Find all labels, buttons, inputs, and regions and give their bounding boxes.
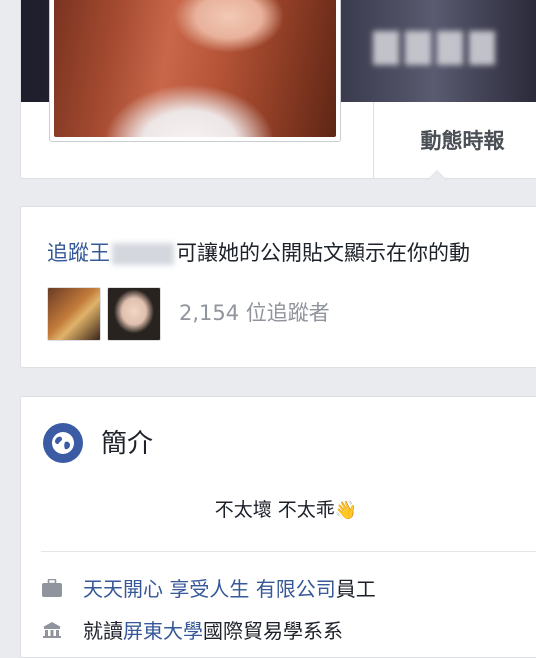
follow-sentence: 可讓她的公開貼文顯示在你的動 xyxy=(176,241,470,265)
school-icon xyxy=(41,619,63,641)
follower-avatar[interactable] xyxy=(47,287,101,341)
active-tab-pointer xyxy=(427,170,447,180)
bio-text: 不太壞 不太乖👋 xyxy=(214,499,358,521)
work-info-row: 天天開心 享受人生 有限公司 員工 xyxy=(41,573,376,602)
blurred-profile-name xyxy=(373,28,503,68)
follower-avatar[interactable] xyxy=(107,287,161,341)
intro-divider xyxy=(41,551,536,552)
workplace-link[interactable]: 天天開心 享受人生 有限公司 xyxy=(83,573,336,602)
blurred-name-fragment xyxy=(112,243,174,265)
globe-icon xyxy=(43,423,83,463)
briefcase-icon xyxy=(41,577,63,599)
follow-description: 追蹤王 可讓她的公開貼文顯示在你的動 xyxy=(47,237,470,267)
intro-title: 簡介 xyxy=(101,429,154,459)
waving-hand-emoji: 👋 xyxy=(334,500,358,521)
follower-avatars xyxy=(47,287,161,341)
school-link[interactable]: 屏東大學 xyxy=(123,615,203,644)
major-text: 國際貿易學系系 xyxy=(203,619,343,643)
follower-count[interactable]: 2,154 位追蹤者 xyxy=(179,297,330,327)
profile-header-card: 動態時報 xyxy=(20,0,536,179)
profile-picture-frame[interactable] xyxy=(49,0,341,142)
intro-card: 簡介 不太壞 不太乖👋 天天開心 享受人生 有限公司 員工 就讀 屏東大學 國際貿易學… xyxy=(20,396,536,658)
job-title: 員工 xyxy=(335,577,376,601)
follow-link[interactable]: 追蹤王 xyxy=(47,241,110,265)
education-prefix: 就讀 xyxy=(83,619,123,643)
follow-card: 追蹤王 可讓她的公開貼文顯示在你的動 2,154 位追蹤者 xyxy=(20,206,536,368)
education-info-row: 就讀 屏東大學 國際貿易學系系 xyxy=(41,615,343,644)
tab-timeline[interactable]: 動態時報 xyxy=(373,102,536,178)
profile-picture[interactable] xyxy=(54,0,336,137)
